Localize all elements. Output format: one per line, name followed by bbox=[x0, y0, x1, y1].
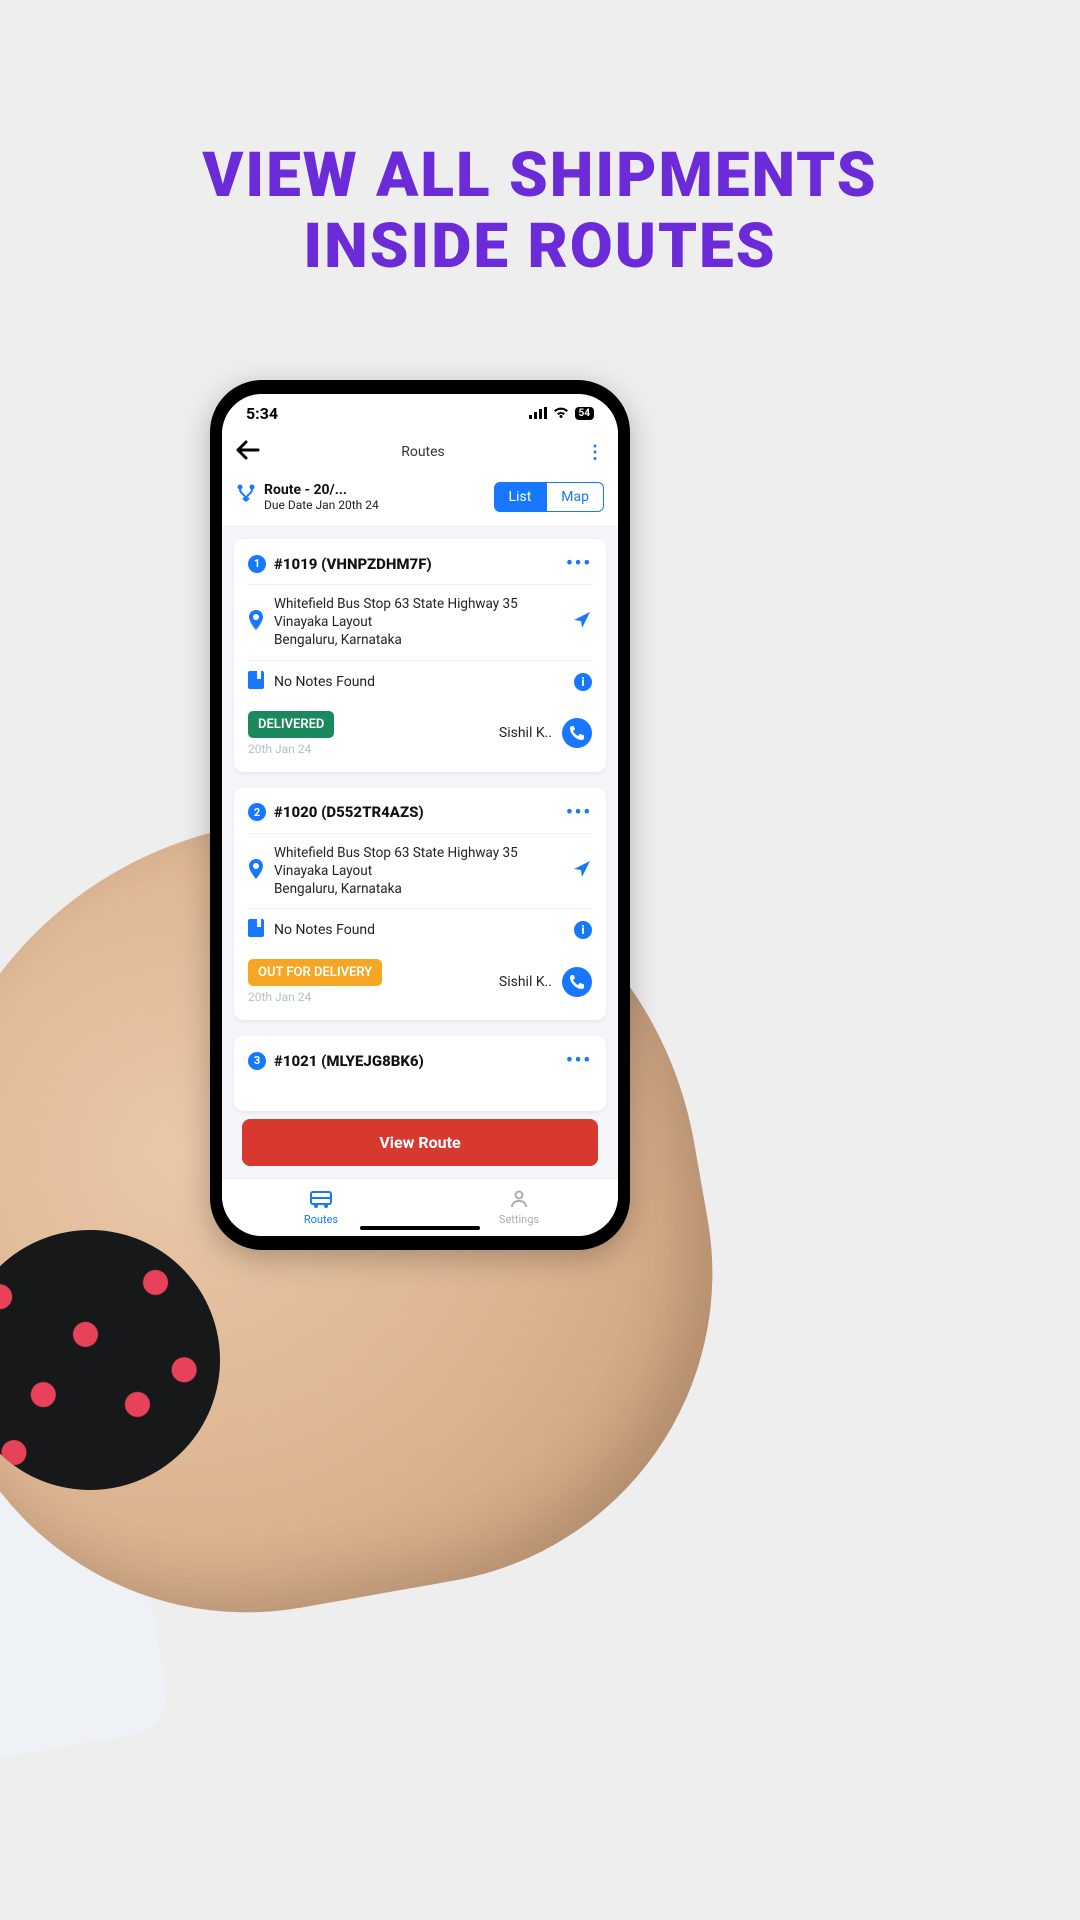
address-city: Bengaluru, Karnataka bbox=[274, 880, 524, 898]
status-badge: DELIVERED bbox=[248, 711, 334, 738]
wifi-icon bbox=[553, 404, 569, 423]
shipments-list[interactable]: 1 #1019 (VHNPZDHM7F) ••• Whitefield Bus … bbox=[222, 527, 618, 1236]
phone-screen: 5:34 54 Routes ⋮ bbox=[222, 394, 618, 1236]
more-horizontal-icon[interactable]: ••• bbox=[566, 802, 592, 823]
card-header: 3 #1021 (MLYEJG8BK6) ••• bbox=[248, 1050, 592, 1071]
shipment-title: #1019 (VHNPZDHM7F) bbox=[274, 555, 432, 573]
status-date: 20th Jan 24 bbox=[248, 742, 334, 756]
status-row: OUT FOR DELIVERY 20th Jan 24 Sishil K.. bbox=[248, 951, 592, 1004]
battery-icon: 54 bbox=[575, 407, 594, 420]
shipment-card[interactable]: 1 #1019 (VHNPZDHM7F) ••• Whitefield Bus … bbox=[234, 539, 606, 772]
notes-row: No Notes Found i bbox=[248, 660, 592, 703]
nav-settings-label: Settings bbox=[499, 1213, 539, 1226]
assignee-name: Sishil K.. bbox=[499, 974, 552, 990]
location-pin-icon bbox=[248, 859, 264, 883]
call-button[interactable] bbox=[562, 967, 592, 997]
back-button[interactable] bbox=[236, 440, 260, 464]
call-button[interactable] bbox=[562, 718, 592, 748]
card-header: 1 #1019 (VHNPZDHM7F) ••• bbox=[248, 553, 592, 584]
hero-line-1: VIEW ALL SHIPMENTS bbox=[0, 140, 1080, 211]
status-date: 20th Jan 24 bbox=[248, 990, 382, 1004]
address-row: Whitefield Bus Stop 63 State Highway 35 … bbox=[248, 584, 592, 660]
hero-title: VIEW ALL SHIPMENTS INSIDE ROUTES bbox=[0, 0, 1080, 283]
assignee-name: Sishil K.. bbox=[499, 725, 552, 741]
decorative-watch-band bbox=[0, 1209, 241, 1510]
navigate-icon[interactable] bbox=[572, 610, 592, 634]
location-pin-icon bbox=[248, 610, 264, 634]
view-toggle: List Map bbox=[494, 482, 604, 512]
notes-text: No Notes Found bbox=[274, 674, 375, 690]
nav-routes-label: Routes bbox=[304, 1213, 338, 1226]
route-due: Due Date Jan 20th 24 bbox=[264, 498, 379, 512]
step-badge: 3 bbox=[248, 1052, 266, 1070]
status-badge: OUT FOR DELIVERY bbox=[248, 959, 382, 986]
address-text: Whitefield Bus Stop 63 State Highway 35 … bbox=[274, 844, 524, 899]
navigate-icon[interactable] bbox=[572, 859, 592, 883]
shipment-card[interactable]: 2 #1020 (D552TR4AZS) ••• Whitefield Bus … bbox=[234, 788, 606, 1021]
notes-icon bbox=[248, 919, 264, 941]
notes-row: No Notes Found i bbox=[248, 908, 592, 951]
step-badge: 2 bbox=[248, 803, 266, 821]
step-badge: 1 bbox=[248, 555, 266, 573]
route-summary-row: Route - 20/... Due Date Jan 20th 24 List… bbox=[222, 474, 618, 527]
shipment-title: #1020 (D552TR4AZS) bbox=[274, 803, 424, 821]
shipment-card[interactable]: 3 #1021 (MLYEJG8BK6) ••• bbox=[234, 1036, 606, 1111]
address-text: Whitefield Bus Stop 63 State Highway 35 … bbox=[274, 595, 524, 650]
address-city: Bengaluru, Karnataka bbox=[274, 631, 524, 649]
toggle-list[interactable]: List bbox=[494, 482, 547, 512]
home-indicator[interactable] bbox=[360, 1226, 480, 1230]
status-right-icons: 54 bbox=[529, 404, 594, 423]
status-time: 5:34 bbox=[246, 404, 278, 423]
more-vertical-icon[interactable]: ⋮ bbox=[586, 442, 604, 463]
more-horizontal-icon[interactable]: ••• bbox=[566, 1050, 592, 1071]
route-name: Route - 20/... bbox=[264, 482, 379, 498]
status-bar: 5:34 54 bbox=[222, 394, 618, 432]
route-summary-left: Route - 20/... Due Date Jan 20th 24 bbox=[236, 482, 379, 512]
address-line: Whitefield Bus Stop 63 State Highway 35 … bbox=[274, 844, 524, 880]
status-row: DELIVERED 20th Jan 24 Sishil K.. bbox=[248, 703, 592, 756]
route-text: Route - 20/... Due Date Jan 20th 24 bbox=[264, 482, 379, 512]
app-header: Routes ⋮ bbox=[222, 432, 618, 474]
card-header: 2 #1020 (D552TR4AZS) ••• bbox=[248, 802, 592, 833]
routes-icon bbox=[310, 1190, 332, 1211]
phone-frame: 5:34 54 Routes ⋮ bbox=[210, 380, 630, 1250]
view-route-button[interactable]: View Route bbox=[242, 1119, 598, 1166]
hero-line-2: INSIDE ROUTES bbox=[0, 211, 1080, 282]
route-fork-icon bbox=[236, 483, 256, 511]
info-icon[interactable]: i bbox=[574, 673, 592, 691]
decorative-sleeve bbox=[0, 1334, 173, 1766]
info-icon[interactable]: i bbox=[574, 921, 592, 939]
shipment-title: #1021 (MLYEJG8BK6) bbox=[274, 1052, 424, 1070]
notes-icon bbox=[248, 671, 264, 693]
address-row: Whitefield Bus Stop 63 State Highway 35 … bbox=[248, 833, 592, 909]
toggle-map[interactable]: Map bbox=[546, 482, 604, 512]
address-line: Whitefield Bus Stop 63 State Highway 35 … bbox=[274, 595, 524, 631]
page-title: Routes bbox=[401, 444, 445, 460]
settings-icon bbox=[510, 1190, 528, 1211]
more-horizontal-icon[interactable]: ••• bbox=[566, 553, 592, 574]
cellular-icon bbox=[529, 404, 547, 423]
notes-text: No Notes Found bbox=[274, 922, 375, 938]
